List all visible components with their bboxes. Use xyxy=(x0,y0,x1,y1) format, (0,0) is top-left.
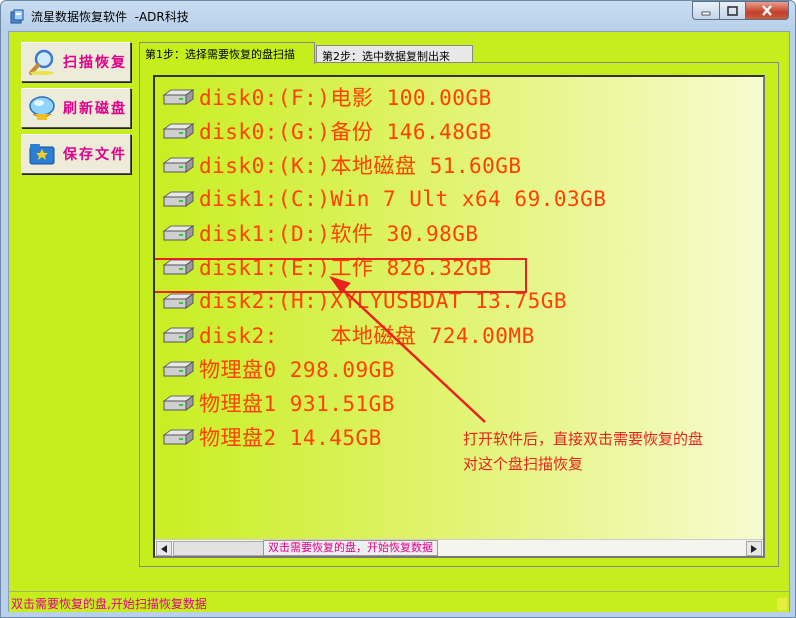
disk-item-selected[interactable]: disk1:(D:)软件 30.98GB xyxy=(161,218,479,248)
status-bar: 双击需要恢复的盘,开始扫描恢复数据 xyxy=(9,591,789,612)
disk-label: disk2: 本地磁盘 724.00MB xyxy=(199,324,535,348)
save-file-button[interactable]: 保存文件 xyxy=(21,134,131,174)
scroll-left-button[interactable] xyxy=(156,541,172,556)
hard-drive-icon xyxy=(162,157,195,173)
highlight-box xyxy=(155,258,527,293)
physical-disk-item[interactable]: 物理盘1 931.51GB xyxy=(161,388,395,418)
hard-drive-icon xyxy=(162,225,195,241)
hard-drive-icon xyxy=(162,293,195,309)
hard-drive-icon xyxy=(162,395,195,411)
annotation-line1: 打开软件后，直接双击需要恢复的盘 xyxy=(463,430,704,448)
disk-label: disk1:(D:)软件 30.98GB xyxy=(199,222,479,246)
save-folder-icon xyxy=(29,144,55,165)
hard-drive-icon xyxy=(162,361,195,377)
disk-item[interactable]: disk0:(F:)电影 100.00GB xyxy=(161,82,492,112)
physical-disk-item[interactable]: 物理盘0 298.09GB xyxy=(161,354,395,384)
close-icon xyxy=(762,5,772,16)
scan-recover-label: 扫描恢复 xyxy=(63,55,127,71)
minimize-icon xyxy=(701,11,711,15)
app-icon xyxy=(10,9,24,24)
disk-label: disk0:(F:)电影 100.00GB xyxy=(199,86,492,110)
disk-item[interactable]: disk1:(C:)Win 7 Ult x64 69.03GB xyxy=(161,184,606,214)
hard-drive-icon xyxy=(162,89,195,105)
annotation-line2: 对这个盘扫描恢复 xyxy=(463,455,584,473)
disk-item[interactable]: disk2: 本地磁盘 724.00MB xyxy=(161,320,535,350)
disk-item[interactable]: disk0:(G:)备份 146.48GB xyxy=(161,116,492,146)
scan-recover-button[interactable]: 扫描恢复 xyxy=(21,42,131,82)
maximize-icon xyxy=(727,5,738,16)
refresh-disk-label: 刷新磁盘 xyxy=(63,101,127,117)
tab-step1[interactable]: 第1步：选择需要恢复的盘扫描 xyxy=(139,42,315,64)
refresh-disk-button[interactable]: 刷新磁盘 xyxy=(21,88,131,128)
hard-drive-icon xyxy=(162,191,195,207)
maximize-button[interactable] xyxy=(719,1,745,20)
bulb-refresh-icon xyxy=(29,96,55,120)
client-area: 扫描恢复 刷新磁盘 保存文件 第1步：选择需要恢复的盘扫描 第2步：选中数据复制… xyxy=(8,31,790,612)
window-title: 流星数据恢复软件 -ADR科技 xyxy=(31,10,189,24)
disk-label: disk1:(C:)Win 7 Ult x64 69.03GB xyxy=(199,187,607,211)
minimize-button[interactable] xyxy=(692,1,719,20)
annotation-text: 打开软件后，直接双击需要恢复的盘 对这个盘扫描恢复 xyxy=(463,427,763,477)
title-bar[interactable]: 流星数据恢复软件 -ADR科技 xyxy=(1,1,795,31)
status-text: 双击需要恢复的盘,开始扫描恢复数据 xyxy=(11,597,207,611)
disk-label: 物理盘1 931.51GB xyxy=(199,392,395,416)
physical-disk-item[interactable]: 物理盘2 14.45GB xyxy=(161,422,382,452)
tab-panel: disk0:(F:)电影 100.00GB disk0:(G:)备份 146.4… xyxy=(139,62,779,567)
arrow-left-icon xyxy=(161,544,167,553)
close-button[interactable] xyxy=(745,1,789,20)
disk-label: 物理盘2 14.45GB xyxy=(199,426,382,450)
arrow-right-icon xyxy=(751,544,757,553)
disk-list[interactable]: disk0:(F:)电影 100.00GB disk0:(G:)备份 146.4… xyxy=(153,75,765,558)
tab-step2[interactable]: 第2步：选中数据复制出来 xyxy=(316,45,473,63)
disk-label: disk0:(K:)本地磁盘 51.60GB xyxy=(199,154,522,178)
disk-item[interactable]: disk0:(K:)本地磁盘 51.60GB xyxy=(161,150,522,180)
resize-grip[interactable] xyxy=(777,598,787,610)
magnifier-icon xyxy=(29,49,54,75)
hard-drive-icon xyxy=(162,429,195,445)
scroll-right-button[interactable] xyxy=(746,541,762,556)
hard-drive-icon xyxy=(162,327,195,343)
disk-label: 物理盘0 298.09GB xyxy=(199,358,395,382)
hard-drive-icon xyxy=(162,123,195,139)
disk-label: disk0:(G:)备份 146.48GB xyxy=(199,120,492,144)
list-hint: 双击需要恢复的盘，开始恢复数据 xyxy=(263,540,438,556)
save-file-label: 保存文件 xyxy=(63,147,127,163)
horizontal-scrollbar[interactable]: 双击需要恢复的盘，开始恢复数据 xyxy=(155,539,763,556)
app-window: 流星数据恢复软件 -ADR科技 扫描恢复 刷新磁盘 保存文件 第1步：选择需要恢… xyxy=(0,0,796,618)
scroll-thumb[interactable] xyxy=(173,541,265,556)
